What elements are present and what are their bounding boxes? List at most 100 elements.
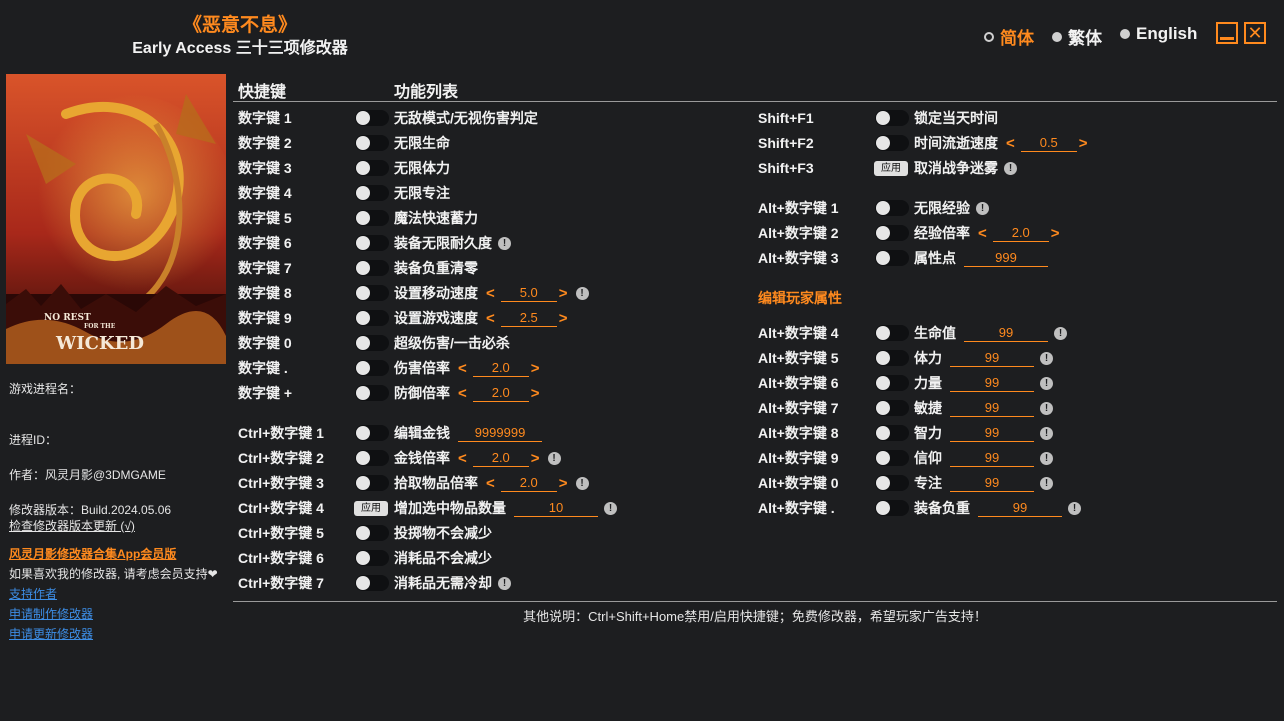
- feature-toggle[interactable]: [875, 475, 909, 491]
- hotkey-label: Alt+数字键 8: [758, 425, 839, 441]
- warning-icon: !: [1040, 451, 1053, 465]
- increase-arrow[interactable]: >: [559, 310, 568, 327]
- lang-traditional[interactable]: 繁体: [1052, 24, 1102, 49]
- hotkey-label: Alt+数字键 4: [758, 325, 839, 341]
- feature-toggle[interactable]: [875, 450, 909, 466]
- lang-simplified[interactable]: 简体: [984, 24, 1034, 49]
- hotkey-label: Alt+数字键 9: [758, 450, 839, 466]
- app-title: 《恶意不息》 Early Access 三十三项修改器: [120, 14, 360, 60]
- check-update-link[interactable]: 检查修改器版本更新 (√): [9, 517, 135, 534]
- feature-toggle[interactable]: [355, 110, 389, 126]
- feature-toggle[interactable]: [355, 575, 389, 591]
- feature-toggle[interactable]: [355, 475, 389, 491]
- value-input[interactable]: 999: [964, 250, 1048, 267]
- lang-english[interactable]: English: [1120, 24, 1197, 44]
- value-input[interactable]: 99: [950, 475, 1034, 492]
- decrease-arrow[interactable]: <: [486, 310, 495, 327]
- feature-toggle[interactable]: [875, 400, 909, 416]
- decrease-arrow[interactable]: <: [978, 225, 987, 242]
- process-name-label: 游戏进程名：: [9, 382, 82, 396]
- game-title: 《恶意不息》: [182, 15, 297, 36]
- feature-toggle[interactable]: [875, 135, 909, 151]
- feature-toggle[interactable]: [355, 425, 389, 441]
- feature-toggle[interactable]: [355, 210, 389, 226]
- hotkey-label: Alt+数字键 2: [758, 225, 839, 241]
- increase-arrow[interactable]: >: [1051, 225, 1060, 242]
- feature-toggle[interactable]: [875, 325, 909, 341]
- increase-arrow[interactable]: >: [531, 385, 540, 402]
- value-input[interactable]: 2.5: [500, 310, 557, 327]
- feature-toggle[interactable]: [355, 285, 389, 301]
- value-input[interactable]: 10: [514, 500, 598, 517]
- feature-toggle[interactable]: [355, 525, 389, 541]
- hotkey-label: Ctrl+数字键 6: [238, 550, 324, 566]
- value-input[interactable]: 99: [978, 500, 1062, 517]
- feature-toggle[interactable]: [875, 375, 909, 391]
- app-promo-link[interactable]: 风灵月影修改器合集App会员版: [9, 545, 176, 562]
- decrease-arrow[interactable]: <: [458, 450, 467, 467]
- feature-name: 魔法快速蓄力: [394, 210, 478, 226]
- feature-toggle[interactable]: [355, 335, 389, 351]
- increase-arrow[interactable]: >: [531, 450, 540, 467]
- decrease-arrow[interactable]: <: [486, 285, 495, 302]
- lang-label: English: [1136, 24, 1198, 43]
- hotkey-label: 数字键 +: [238, 385, 293, 401]
- hotkey-label: Alt+数字键 .: [758, 500, 835, 516]
- minimize-button[interactable]: [1216, 22, 1238, 44]
- value-input[interactable]: 99: [950, 400, 1034, 417]
- feature-name: 设置游戏速度: [394, 310, 478, 326]
- feature-toggle[interactable]: [355, 450, 389, 466]
- apply-button[interactable]: 应用: [354, 501, 388, 516]
- close-button[interactable]: ✕: [1244, 22, 1266, 44]
- apply-button[interactable]: 应用: [874, 161, 908, 176]
- value-input[interactable]: 99: [950, 450, 1034, 467]
- feature-item: 智力 99!: [914, 422, 1053, 444]
- decrease-arrow[interactable]: <: [458, 385, 467, 402]
- increase-arrow[interactable]: >: [531, 360, 540, 377]
- feature-toggle[interactable]: [355, 185, 389, 201]
- feature-toggle[interactable]: [355, 235, 389, 251]
- request-update-link[interactable]: 申请更新修改器: [9, 625, 93, 642]
- feature-toggle[interactable]: [355, 260, 389, 276]
- feature-name: 金钱倍率: [394, 450, 450, 466]
- value-input[interactable]: 2.0: [500, 475, 557, 492]
- feature-toggle[interactable]: [875, 110, 909, 126]
- warning-icon: !: [575, 476, 589, 490]
- support-author-link[interactable]: 支持作者: [9, 585, 57, 602]
- value-input[interactable]: 9999999: [458, 425, 542, 442]
- feature-toggle[interactable]: [875, 350, 909, 366]
- request-trainer-link[interactable]: 申请制作修改器: [9, 605, 93, 622]
- warning-icon: !: [1040, 376, 1053, 390]
- feature-name: 装备负重: [914, 500, 970, 516]
- decrease-arrow[interactable]: <: [486, 475, 495, 492]
- value-input[interactable]: 99: [950, 350, 1034, 367]
- value-input[interactable]: 99: [950, 425, 1034, 442]
- value-input[interactable]: 99: [964, 325, 1048, 342]
- value-input[interactable]: 2.0: [472, 385, 529, 402]
- increase-arrow[interactable]: >: [559, 285, 568, 302]
- decrease-arrow[interactable]: <: [1006, 135, 1015, 152]
- value-input[interactable]: 0.5: [1020, 135, 1077, 152]
- decrease-arrow[interactable]: <: [458, 360, 467, 377]
- value-input[interactable]: 2.0: [472, 450, 529, 467]
- value-input[interactable]: 99: [950, 375, 1034, 392]
- feature-toggle[interactable]: [875, 500, 909, 516]
- feature-toggle[interactable]: [355, 160, 389, 176]
- feature-toggle[interactable]: [355, 135, 389, 151]
- feature-toggle[interactable]: [355, 360, 389, 376]
- feature-name: 装备无限耐久度: [394, 235, 492, 251]
- increase-arrow[interactable]: >: [559, 475, 568, 492]
- feature-toggle[interactable]: [875, 225, 909, 241]
- hotkey-label: 数字键 0: [238, 335, 292, 351]
- increase-arrow[interactable]: >: [1079, 135, 1088, 152]
- feature-toggle[interactable]: [875, 200, 909, 216]
- feature-toggle[interactable]: [875, 250, 909, 266]
- value-input[interactable]: 2.0: [472, 360, 529, 377]
- feature-toggle[interactable]: [355, 550, 389, 566]
- feature-toggle[interactable]: [355, 385, 389, 401]
- feature-toggle[interactable]: [875, 425, 909, 441]
- feature-name: 拾取物品倍率: [394, 475, 478, 491]
- value-input[interactable]: 5.0: [500, 285, 557, 302]
- value-input[interactable]: 2.0: [992, 225, 1049, 242]
- feature-toggle[interactable]: [355, 310, 389, 326]
